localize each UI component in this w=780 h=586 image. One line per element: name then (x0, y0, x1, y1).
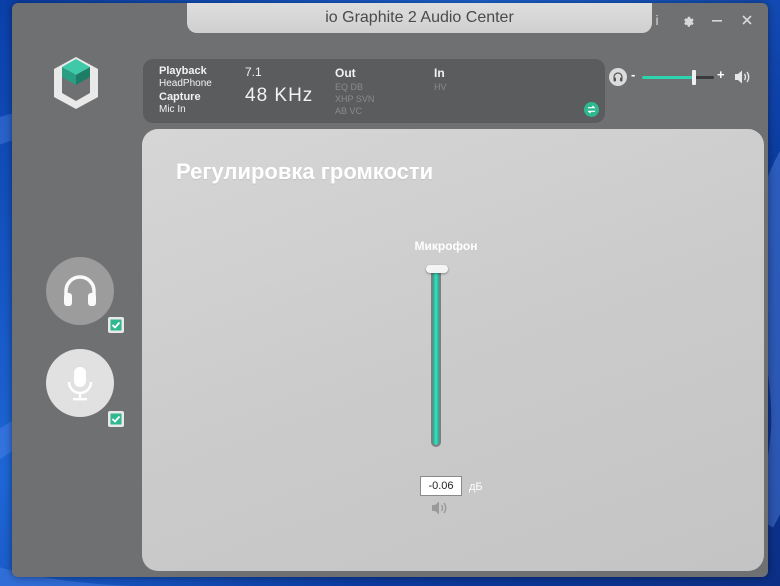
fader-thumb[interactable] (426, 264, 448, 273)
volume-fill (642, 76, 694, 79)
app-window: io Graphite 2 Audio Center i Playback He… (12, 3, 768, 577)
out-label: Out (335, 66, 356, 80)
microphone-volume-fader[interactable] (431, 265, 441, 447)
playback-label: Playback (159, 65, 207, 77)
volume-slider-thumb[interactable] (691, 70, 696, 85)
window-controls: i (644, 9, 760, 31)
device-info-panel: Playback HeadPhone Capture Mic In 7.1 48… (143, 59, 605, 123)
switch-device-button[interactable] (584, 102, 599, 117)
fader-fill (433, 270, 439, 445)
volume-plus[interactable]: + (717, 67, 725, 82)
gear-icon (683, 16, 694, 27)
checkmark-icon (110, 413, 122, 425)
fader-label: Микрофон (414, 239, 478, 253)
checkmark-icon (110, 319, 122, 331)
close-icon (742, 15, 752, 25)
info-icon: i (655, 12, 659, 28)
window-title: io Graphite 2 Audio Center (325, 9, 514, 26)
headphone-device-button[interactable] (46, 257, 114, 325)
headphone-icon (64, 275, 96, 306)
volume-minus[interactable]: - (631, 67, 635, 82)
microphone-icon (67, 367, 93, 401)
minimize-icon (712, 20, 722, 22)
headphone-icon (613, 72, 623, 82)
playback-device: HeadPhone (159, 78, 212, 89)
page-title: Регулировка громкости (176, 159, 434, 184)
db-value-input[interactable]: -0.06 (420, 476, 462, 496)
close-button[interactable] (734, 9, 760, 31)
channel-config: 7.1 (245, 65, 262, 79)
minimize-button[interactable] (704, 9, 730, 31)
info-button[interactable]: i (644, 9, 670, 31)
headphone-enable-checkbox[interactable] (108, 317, 124, 333)
volume-control-panel: Регулировка громкости Микрофон -0.06 дБ (142, 129, 764, 571)
db-unit-label: дБ (469, 481, 483, 493)
in-label: In (434, 66, 445, 80)
title-bar[interactable]: io Graphite 2 Audio Center (187, 3, 652, 33)
in-effects-row-1: HV (434, 82, 447, 92)
microphone-device-button[interactable] (46, 349, 114, 417)
output-device-button[interactable] (609, 68, 627, 86)
mute-speaker-icon[interactable] (431, 500, 451, 516)
sample-rate: 48 KHz (245, 85, 314, 106)
app-logo-icon (54, 57, 98, 109)
swap-icon (587, 105, 596, 114)
out-effects-row-1: EQ DB (335, 82, 364, 92)
capture-device: Mic In (159, 104, 186, 115)
speaker-icon[interactable] (734, 69, 752, 85)
microphone-enable-checkbox[interactable] (108, 411, 124, 427)
master-volume: - + (609, 65, 759, 89)
settings-button[interactable] (674, 9, 700, 31)
capture-label: Capture (159, 91, 201, 103)
out-effects-row-2: XHP SVN (335, 94, 375, 104)
volume-slider[interactable] (642, 70, 714, 85)
out-effects-row-3: AB VC (335, 106, 363, 116)
